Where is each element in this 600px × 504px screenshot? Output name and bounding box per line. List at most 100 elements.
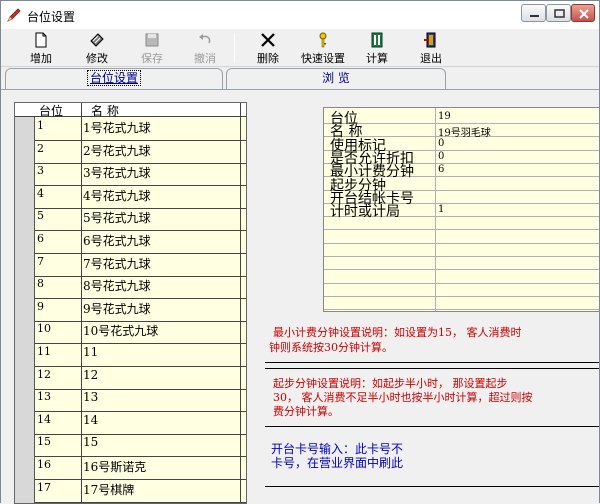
header-table-no: 台位 xyxy=(39,104,64,118)
tab-browse[interactable]: 浏 览 xyxy=(226,68,446,89)
edit-button-label: 修改 xyxy=(86,52,108,65)
table-list-grid[interactable]: 台位 名 称 1 1号花式九球 2 2号花式九球 3 3号花式九球 4 4号花式九球 5 5号花式… xyxy=(14,102,247,504)
cell-table-no: 4 xyxy=(37,186,44,200)
cell-table-name: 2号花式九球 xyxy=(83,143,151,158)
table-row[interactable]: 9 9号花式九球 xyxy=(35,299,246,322)
detail-row[interactable]: 计时或计局 1 xyxy=(324,204,599,220)
toolbar: 增加 修改 保存 撤消 删除 快速设置 计算 退出 xyxy=(1,29,599,67)
quick-setup-button-label: 快速设置 xyxy=(301,52,345,65)
cell-table-name: 12 xyxy=(83,367,99,382)
cell-table-no: 14 xyxy=(37,412,51,426)
table-row[interactable]: 11 11 xyxy=(35,344,246,367)
minimize-button[interactable] xyxy=(521,4,546,22)
save-button[interactable]: 保存 xyxy=(132,32,172,66)
table-row[interactable]: 2 2号花式九球 xyxy=(35,141,246,164)
table-row[interactable]: 4 4号花式九球 xyxy=(35,186,246,209)
cell-table-no: 1 xyxy=(37,119,44,132)
detail-row[interactable] xyxy=(324,258,599,271)
table-row[interactable]: 15 15 xyxy=(35,434,246,458)
add-button-label: 增加 xyxy=(30,52,52,65)
cell-table-no: 15 xyxy=(37,435,51,449)
start-minute-note-line2: 30， 客人消费不足半小时也按半小时计算，超过则按 xyxy=(273,391,533,404)
edit-button[interactable]: 修改 xyxy=(77,32,117,66)
maximize-button[interactable] xyxy=(546,4,571,22)
min-fee-note-line2: 钟则系统按30分钟计算。 xyxy=(269,341,393,354)
divider-line xyxy=(265,486,599,487)
cell-table-name: 7号花式九球 xyxy=(83,256,151,271)
window-title: 台位设置 xyxy=(27,10,76,24)
tab-table-settings[interactable]: 台位设置 xyxy=(5,68,223,89)
cell-table-name: 1号花式九球 xyxy=(83,121,151,135)
cell-table-name: 10号花式九球 xyxy=(83,324,159,339)
table-header: 台位 名 称 xyxy=(15,103,246,118)
detail-field-value: 1 xyxy=(438,204,445,216)
save-button-label: 保存 xyxy=(141,52,163,65)
cell-table-no: 10 xyxy=(37,322,51,336)
detail-field-value: 19 xyxy=(438,111,451,122)
calculate-button-label: 计算 xyxy=(366,52,388,65)
detail-row[interactable] xyxy=(324,298,599,311)
detail-grid[interactable]: 台位 19 名 称 19号羽毛球 使用标记 0 是否允许折扣 0 最小计费分钟 6 起步分钟 开台结帐… xyxy=(323,107,599,312)
detail-field-value: 0 xyxy=(438,137,445,149)
delete-x-icon xyxy=(261,33,275,47)
column-divider xyxy=(81,103,82,503)
maximize-icon xyxy=(554,9,565,18)
table-row[interactable]: 17 17号棋牌 xyxy=(35,480,246,503)
detail-row[interactable] xyxy=(324,218,599,231)
detail-field-value: 6 xyxy=(438,164,445,176)
detail-row[interactable] xyxy=(324,285,599,297)
detail-row[interactable] xyxy=(324,232,599,244)
cell-table-name: 17号棋牌 xyxy=(83,482,135,497)
save-disk-icon xyxy=(145,33,159,47)
cell-table-name: 3号花式九球 xyxy=(83,166,151,181)
undo-button[interactable]: 撤消 xyxy=(185,32,225,66)
detail-row[interactable] xyxy=(324,272,599,284)
table-row[interactable]: 8 8号花式九球 xyxy=(35,276,246,300)
table-row[interactable]: 13 13 xyxy=(35,389,246,413)
cell-table-no: 17 xyxy=(37,480,51,494)
header-table-name: 名 称 xyxy=(91,104,119,118)
detail-row[interactable]: 台位 19 xyxy=(324,111,599,127)
cell-table-no: 8 xyxy=(37,277,44,291)
quick-setup-button[interactable]: 快速设置 xyxy=(299,32,347,66)
table-row[interactable]: 7 7号花式九球 xyxy=(35,254,246,277)
detail-field-value: 19号羽毛球 xyxy=(438,128,491,140)
key-icon xyxy=(319,32,327,48)
min-fee-note-line1: 最小计费分钟设置说明：如设置为15， 客人消费时 xyxy=(273,326,522,339)
cell-table-no: 13 xyxy=(37,390,51,404)
app-window: 台位设置 增加 修改 保存 撤消 删除 快速设置 计算 退出 台位设置 浏 览 … xyxy=(0,0,600,504)
cell-table-name: 11 xyxy=(83,345,99,359)
add-button[interactable]: 增加 xyxy=(21,32,61,66)
tab-bar: 台位设置 浏 览 xyxy=(1,67,599,89)
minimize-icon xyxy=(530,15,539,17)
cell-table-name: 8号花式九球 xyxy=(83,279,151,294)
pencil-app-icon xyxy=(7,8,21,22)
table-row[interactable]: 16 16号斯诺克 xyxy=(35,457,246,480)
table-row[interactable]: 12 12 xyxy=(35,367,246,390)
tab-content: 台位 名 称 1 1号花式九球 2 2号花式九球 3 3号花式九球 4 4号花式九球 5 5号花式… xyxy=(1,89,599,504)
cell-table-no: 3 xyxy=(37,164,44,178)
exit-button[interactable]: 退出 xyxy=(411,32,451,66)
cell-table-name: 9号花式九球 xyxy=(83,301,151,316)
calculate-button[interactable]: 计算 xyxy=(357,32,397,66)
delete-button[interactable]: 删除 xyxy=(248,32,288,66)
cell-table-no: 6 xyxy=(37,232,44,245)
undo-icon xyxy=(199,34,211,44)
table-row[interactable]: 5 5号花式九球 xyxy=(35,208,246,232)
table-row[interactable]: 1 1号花式九球 xyxy=(35,118,246,141)
table-row[interactable]: 14 14 xyxy=(35,412,246,435)
table-row[interactable]: 6 6号花式九球 xyxy=(35,231,246,254)
start-minute-note-line1: 起步分钟设置说明：如起步半小时， 那设置起步 xyxy=(273,377,508,390)
table-row[interactable]: 3 3号花式九球 xyxy=(35,163,246,187)
cell-table-name: 15 xyxy=(83,435,99,450)
cell-table-name: 14 xyxy=(83,412,99,427)
new-page-icon xyxy=(35,32,47,48)
detail-row[interactable] xyxy=(324,245,599,257)
close-button[interactable] xyxy=(571,4,595,22)
divider-line xyxy=(265,362,599,363)
table-row[interactable]: 10 10号花式九球 xyxy=(35,321,246,345)
undo-button-label: 撤消 xyxy=(194,52,216,65)
close-icon xyxy=(579,9,589,19)
divider-line xyxy=(265,368,599,369)
detail-field-value: 0 xyxy=(438,150,445,162)
